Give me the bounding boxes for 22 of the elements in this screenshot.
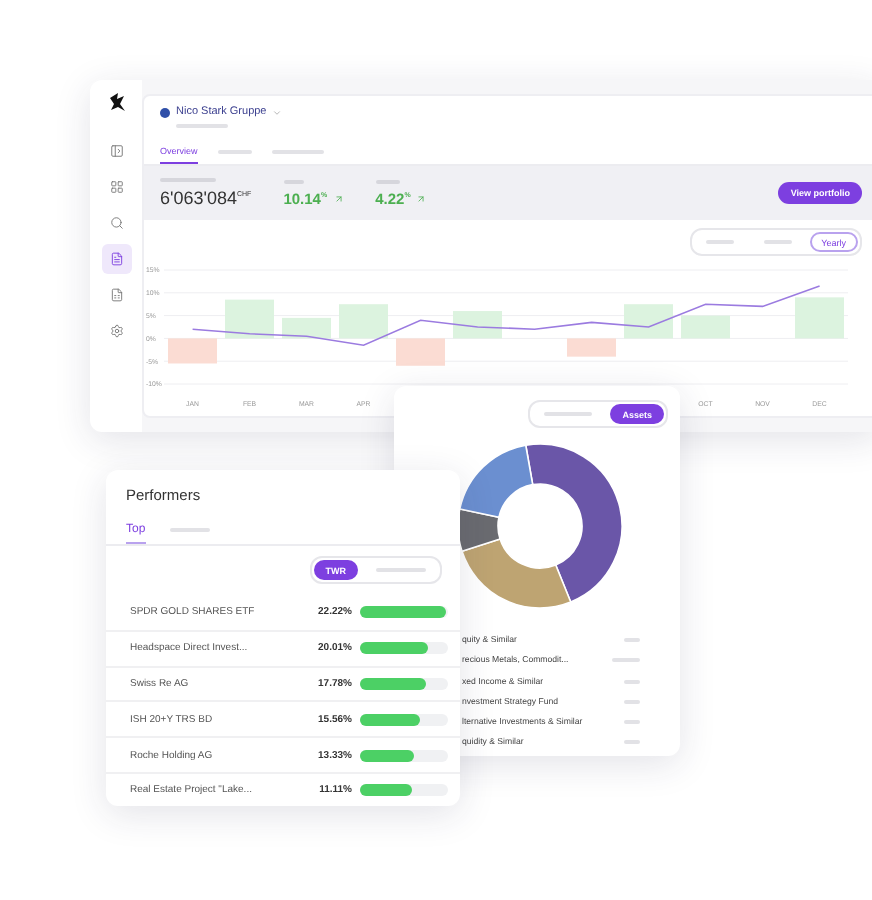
chart-bar: [225, 299, 274, 339]
search-icon: [109, 216, 123, 230]
chart-bar: [339, 304, 388, 339]
settings-icon: [109, 324, 123, 338]
chevron-icon[interactable]: [272, 107, 283, 117]
chart-bar: [795, 297, 844, 339]
company-logo-icon: [160, 107, 170, 117]
chart-bar: [168, 338, 217, 364]
document-icon: [109, 252, 123, 266]
arrow-up-icon: [333, 193, 344, 204]
arrow-up-icon: [416, 193, 427, 204]
chart-bar: [282, 317, 331, 339]
logo-icon: [107, 92, 125, 112]
chart-bar: [567, 338, 616, 357]
chart-bar: [681, 315, 730, 339]
sidebar-item[interactable]: [101, 244, 131, 274]
chart-bar: [396, 338, 445, 366]
sidebar-toggle-icon: [109, 144, 123, 158]
chart-bar: [624, 304, 673, 339]
grid-icon: [109, 180, 123, 194]
spreadsheet-icon: [109, 288, 123, 302]
chart-bar: [453, 311, 502, 339]
